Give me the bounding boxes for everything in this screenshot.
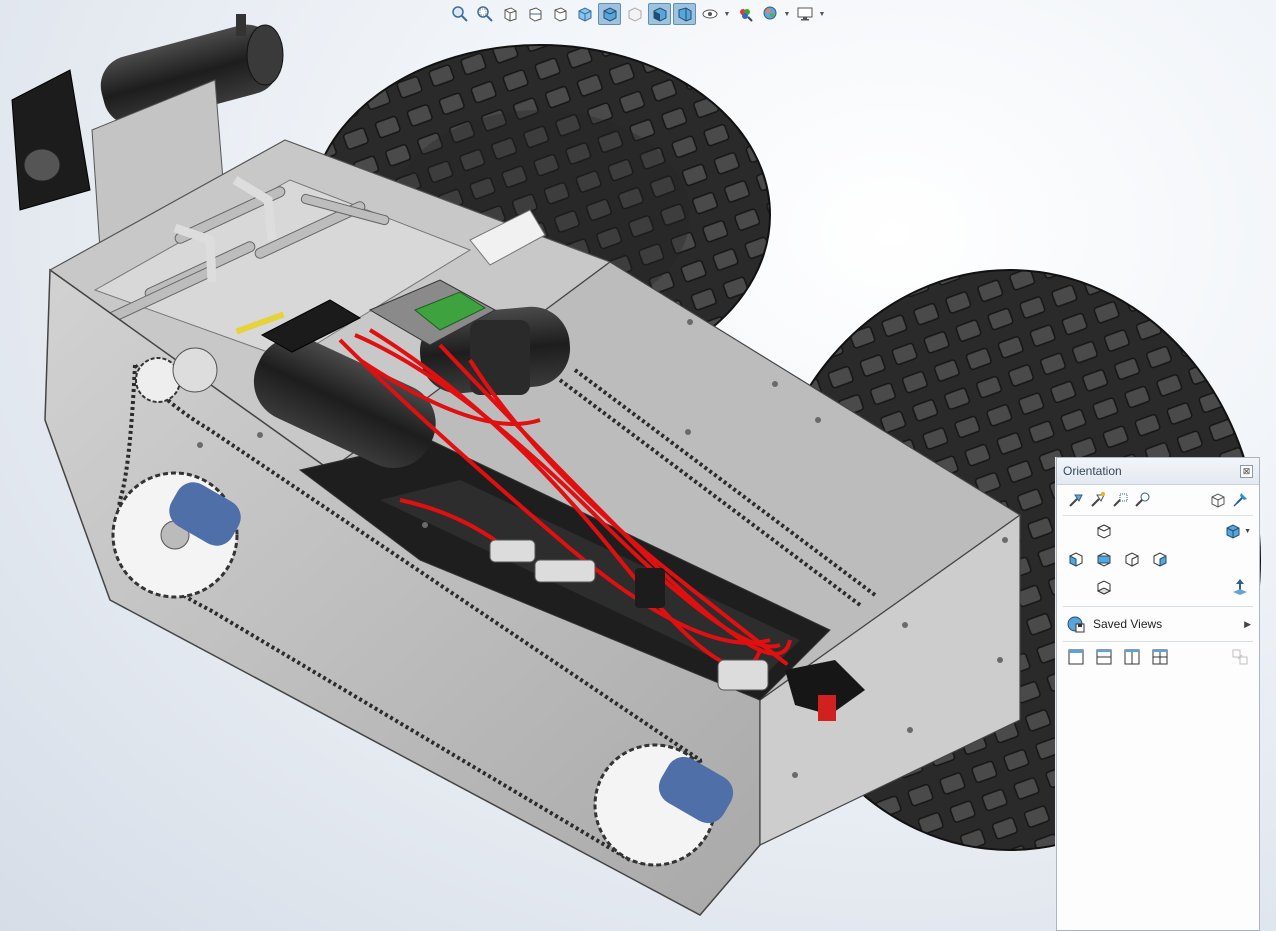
saved-views-icon [1065, 613, 1087, 635]
dynamic-annotation-icon[interactable] [548, 3, 571, 25]
chevron-right-icon: ▶ [1244, 618, 1251, 629]
orientation-dialog: Orientation ⊠ ▼ Saved Views ▶ [1056, 457, 1260, 931]
zoom-to-area-icon[interactable] [473, 3, 496, 25]
link-views-icon [1229, 646, 1251, 668]
right-view-icon[interactable] [1121, 548, 1143, 570]
visibility-icon[interactable] [698, 3, 721, 25]
isometric-view-icon[interactable] [1222, 520, 1244, 542]
isometric-dropdown-chevron-icon[interactable]: ▼ [1244, 528, 1251, 535]
saved-views-row[interactable]: Saved Views ▶ [1057, 611, 1259, 637]
orientation-title-bar[interactable]: Orientation ⊠ [1057, 458, 1259, 485]
view-settings-icon[interactable] [793, 3, 816, 25]
reset-standard-views-icon[interactable] [1109, 489, 1131, 511]
saved-views-label: Saved Views [1093, 617, 1163, 631]
shadows-icon[interactable] [648, 3, 671, 25]
view-orientation-icon[interactable] [573, 3, 596, 25]
bottom-view-icon[interactable] [1093, 576, 1115, 598]
display-style-icon[interactable] [598, 3, 621, 25]
two-view-horizontal-icon[interactable] [1093, 646, 1115, 668]
perspective-icon[interactable] [673, 3, 696, 25]
update-standard-views-icon[interactable] [1087, 489, 1109, 511]
two-view-vertical-icon[interactable] [1121, 646, 1143, 668]
normal-to-icon[interactable] [1229, 576, 1251, 598]
top-view-icon[interactable] [1093, 520, 1115, 542]
close-icon[interactable]: ⊠ [1240, 464, 1253, 478]
zoom-to-fit-icon[interactable] [448, 3, 471, 25]
pin-icon[interactable] [1229, 489, 1251, 511]
front-view-icon[interactable] [1093, 548, 1115, 570]
hide-show-items-icon[interactable] [623, 3, 646, 25]
new-view-icon[interactable] [1065, 489, 1087, 511]
edit-appearance-icon[interactable] [733, 3, 756, 25]
view-cube-icon[interactable] [1207, 489, 1229, 511]
four-view-icon[interactable] [1149, 646, 1171, 668]
orientation-title: Orientation [1063, 464, 1122, 478]
view-selector-icon[interactable] [1131, 489, 1153, 511]
single-view-icon[interactable] [1065, 646, 1087, 668]
heads-up-view-toolbar: ▼ ▼ ▼ [448, 2, 826, 26]
scene-dropdown-chevron-icon[interactable]: ▼ [783, 3, 791, 25]
apply-scene-icon[interactable] [758, 3, 781, 25]
previous-view-icon[interactable] [498, 3, 521, 25]
view-settings-dropdown-chevron-icon[interactable]: ▼ [818, 3, 826, 25]
visibility-dropdown-chevron-icon[interactable]: ▼ [723, 3, 731, 25]
left-view-icon[interactable] [1065, 548, 1087, 570]
section-view-icon[interactable] [523, 3, 546, 25]
back-view-icon[interactable] [1149, 548, 1171, 570]
